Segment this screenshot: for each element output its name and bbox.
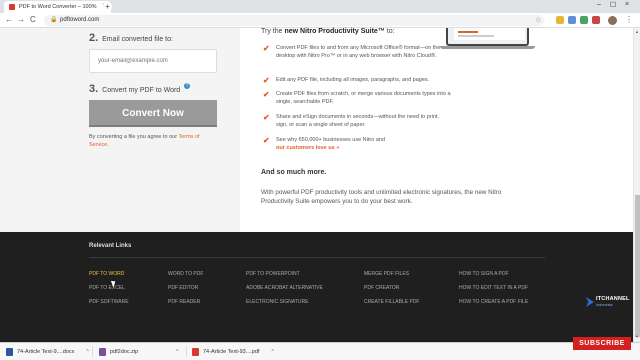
extension-icon[interactable] [556,16,564,24]
pdf-file-icon [192,347,199,356]
checkmark-icon: ✔ [263,76,270,85]
url-text: pdftoword.com [60,17,100,23]
converter-panel: 2. Email converted file to: 3. Convert m… [0,28,240,232]
convert-now-button[interactable]: Convert Now [89,100,217,127]
terms-suffix: . [107,142,109,148]
feature-text: Create PDF files from scratch, or merge … [276,91,451,105]
scroll-down-icon[interactable]: ▼ [635,334,639,339]
device-screen [454,28,525,40]
checkmark-icon: ✔ [263,90,270,99]
step-label: Convert my PDF to Word [102,87,181,94]
page-scrollbar[interactable]: ▲ ▼ [633,28,640,342]
tab-bar: PDF to Word Converter – 100% × + – ☐ × [0,0,640,13]
footer-divider [89,257,545,258]
download-menu-icon[interactable]: ^ [86,349,88,355]
footer-link-pdf-to-excel[interactable]: PDF TO EXCEL [89,285,125,291]
close-window-button[interactable]: × [625,1,629,8]
download-name: pdf2doc.zip [110,348,139,355]
download-item[interactable]: 74-Article Text-9....docx ^ [6,346,89,357]
extension-icon[interactable] [592,16,600,24]
pdf-favicon-icon [9,4,15,10]
footer-link-edit-text-pdf[interactable]: HOW TO EDIT TEXT IN A PDF [459,285,528,291]
tab-title: PDF to Word Converter – 100% [19,4,97,10]
footer-link-pdf-editor[interactable]: PDF EDITOR [168,285,198,291]
footer-link-word-to-pdf[interactable]: WORD TO PDF [168,271,203,277]
url-input[interactable]: 🔒 pdftoword.com [44,15,544,26]
device-base [440,46,535,49]
footer-link-pdf-to-word[interactable]: PDF TO WORD [89,271,124,277]
intro-prefix: Try the [261,28,285,35]
profile-avatar[interactable] [608,16,617,25]
footer-link-create-pdf[interactable]: HOW TO CREATE A PDF FILE [459,299,528,305]
footer-link-pdf-creator[interactable]: PDF CREATOR [364,285,399,291]
feature-text: Convert PDF files to and from any Micros… [276,45,441,59]
footer-link-pdf-software[interactable]: PDF SOFTWARE [89,299,129,305]
footer-link-pdf-to-powerpoint[interactable]: PDF TO POWERPOINT [246,271,300,277]
download-menu-icon[interactable]: ^ [271,349,273,355]
checkmark-icon: ✔ [263,113,270,122]
footer-link-sign-pdf[interactable]: HOW TO SIGN A PDF [459,271,509,277]
footer: Relevant Links PDF TO WORD PDF TO EXCEL … [0,232,633,342]
terms-prefix: By converting a file you agree to our [89,134,179,140]
word-file-icon [6,347,13,356]
help-icon[interactable]: ? [184,83,191,89]
back-button[interactable]: ← [5,15,13,24]
tab-pdftoword[interactable]: PDF to Word Converter – 100% × [4,1,111,13]
itchannel-logo: ITCHANNEL Indonesia [586,295,634,309]
feature-5-text: See why 650,000+ businesses use Nitro an… [276,137,386,143]
feature-text: Share and eSign documents in seconds—wit… [276,114,439,128]
scroll-up-icon[interactable]: ▲ [635,29,639,34]
promo-intro: Try the new Nitro Productivity Suite™ to… [261,28,395,35]
lock-icon: 🔒 [50,17,58,23]
footer-link-pdf-reader[interactable]: PDF READER [168,299,200,305]
logo-mark-icon [586,297,594,307]
step-number: 3. [89,83,99,95]
device-illustration [446,28,529,46]
feature-text: Edit any PDF file, including all images,… [276,77,430,83]
reload-button[interactable]: C [30,15,36,24]
maximize-button[interactable]: ☐ [610,1,616,9]
browser-menu-icon[interactable]: ⋮ [625,15,633,24]
checkmark-icon: ✔ [263,136,270,145]
page-content: 2. Email converted file to: 3. Convert m… [0,28,633,342]
extension-icon[interactable] [580,16,588,24]
extension-icon[interactable] [568,16,576,24]
footer-link-merge-pdf[interactable]: MERGE PDF FILES [364,271,409,277]
footer-link-electronic-signature[interactable]: ELECTRONIC SIGNATURE [246,299,308,305]
checkmark-icon: ✔ [263,44,270,53]
zip-file-icon [99,347,106,356]
step-label: Email converted file to: [102,36,173,43]
customers-love-us-link[interactable]: our customers love us » [276,145,339,151]
intro-product: new Nitro Productivity Suite™ [284,28,385,35]
download-item[interactable]: 74-Article Text-93....pdf ^ [192,346,274,357]
footer-link-fillable-pdf[interactable]: CREATE FILLABLE PDF [364,299,419,305]
terms-notice: By converting a file you agree to our Te… [89,133,217,149]
intro-suffix: to: [384,28,395,35]
address-bar: ← → C 🔒 pdftoword.com ☆ ⋮ [0,13,640,28]
scrollbar-thumb[interactable] [635,195,640,337]
email-field[interactable] [89,49,217,73]
divider [92,346,93,357]
more-heading: And so much more. [261,169,327,176]
step-2-heading: 2. Email converted file to: [89,32,173,44]
download-name: 74-Article Text-93....pdf [203,348,260,355]
logo-subtext: Indonesia [596,303,613,307]
step-number: 2. [89,32,99,44]
divider [186,346,187,357]
minimize-button[interactable]: – [597,1,601,8]
subscribe-button[interactable]: SUBSCRIBE [573,337,631,350]
feature-text: See why 650,000+ businesses use Nitro an… [276,137,451,152]
download-menu-icon[interactable]: ^ [176,349,178,355]
logo-text: ITCHANNEL [596,296,630,302]
more-paragraph: With powerful PDF productivity tools and… [261,189,502,205]
new-tab-button[interactable]: + [103,2,112,11]
downloads-bar: 74-Article Text-9....docx ^ pdf2doc.zip … [0,342,640,360]
relevant-links-title: Relevant Links [89,243,132,249]
footer-link-acrobat-alternative[interactable]: ADOBE ACROBAT ALTERNATIVE [246,285,323,291]
download-name: 74-Article Text-9....docx [17,348,75,355]
forward-button[interactable]: → [17,15,25,24]
bookmark-star-icon[interactable]: ☆ [535,16,541,24]
step-3-heading: 3. Convert my PDF to Word ? [89,83,191,95]
download-item[interactable]: pdf2doc.zip ^ [99,346,179,357]
